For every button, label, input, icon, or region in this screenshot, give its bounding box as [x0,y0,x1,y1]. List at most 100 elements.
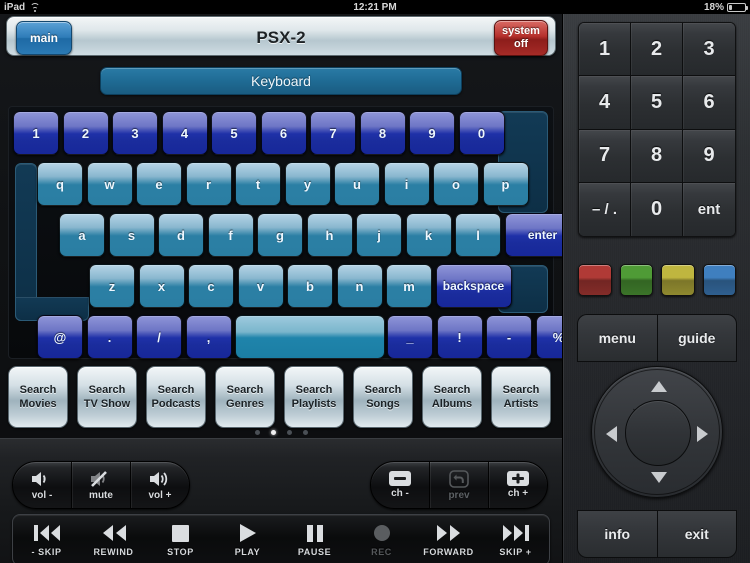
key-l[interactable]: l [455,213,501,257]
search-button-playlists[interactable]: Search Playlists [284,366,344,428]
transport-play[interactable]: PLAY [214,515,281,563]
volume-button-vol[interactable]: vol - [13,462,72,508]
channel-button-label: ch - [391,488,409,499]
key-e[interactable]: e [136,162,182,206]
key-r[interactable]: r [185,162,232,206]
key-s[interactable]: s [108,213,155,257]
key-c[interactable]: c [188,264,234,308]
key-q[interactable]: q [37,162,83,206]
key-j[interactable]: j [356,213,402,257]
keypad-key-1[interactable]: 1 [579,23,631,77]
info-button[interactable]: info [577,510,657,558]
keypad-key-5[interactable]: 5 [631,76,683,130]
key-m[interactable]: m [386,264,432,308]
page-dot-2[interactable] [286,430,292,435]
key-9[interactable]: 9 [409,111,455,155]
keypad-key-8[interactable]: 8 [631,129,683,183]
arrow-down-icon[interactable] [651,472,667,483]
volume-button-label: vol + [148,489,172,501]
page-dot-3[interactable] [302,430,308,435]
volume-button-vol[interactable]: vol + [131,462,189,508]
key-3[interactable]: 3 [112,111,158,155]
keypad-key-9[interactable]: 9 [683,129,735,183]
search-button-movies[interactable]: Search Movies [8,366,68,428]
key-space[interactable] [235,315,385,359]
channel-button-ch[interactable]: ch - [371,462,430,508]
key-h[interactable]: h [306,213,353,257]
key-4[interactable]: 4 [161,111,208,155]
key-a[interactable]: a [59,213,105,257]
key-f[interactable]: f [207,213,254,257]
page-dot-0[interactable] [254,430,260,435]
key-w[interactable]: w [86,162,133,206]
key-sym-r-0[interactable]: _ [387,315,433,359]
key-n[interactable]: n [336,264,383,308]
plus-icon [507,471,529,486]
keypad-key-3[interactable]: 3 [683,23,735,77]
key-0[interactable]: 0 [458,111,505,155]
key-z[interactable]: z [89,264,135,308]
key-1[interactable]: 1 [13,111,59,155]
keypad-key-ent[interactable]: ent [683,182,735,236]
key-x[interactable]: x [138,264,185,308]
key-i[interactable]: i [383,162,430,206]
transport-skip[interactable]: - SKIP [13,515,80,563]
key-y[interactable]: y [284,162,331,206]
volume-button-mute[interactable]: mute [72,462,131,508]
key-o[interactable]: o [433,162,479,206]
key-t[interactable]: t [235,162,281,206]
dpad-select-button[interactable] [625,400,691,466]
key-sym-r-2[interactable]: - [486,315,532,359]
transport-skip[interactable]: SKIP + [482,515,549,563]
key-sym-1[interactable]: . [86,315,133,359]
key-g[interactable]: g [257,213,303,257]
key-v[interactable]: v [237,264,284,308]
keypad-key-0[interactable]: 0 [631,182,683,236]
key-sym-2[interactable]: / [136,315,182,359]
search-button-albums[interactable]: Search Albums [422,366,482,428]
page-indicator-dots[interactable] [0,430,562,435]
search-button-podcasts[interactable]: Search Podcasts [146,366,206,428]
yellow-button[interactable] [661,264,695,296]
guide-button[interactable]: guide [656,314,737,362]
key-2[interactable]: 2 [62,111,109,155]
key-u[interactable]: u [334,162,380,206]
key-5[interactable]: 5 [211,111,257,155]
exit-button[interactable]: exit [656,510,737,558]
key-sym-r-1[interactable]: ! [436,315,483,359]
search-button-artists[interactable]: Search Artists [491,366,551,428]
page-dot-1[interactable] [270,430,276,435]
key-sym-3[interactable]: , [185,315,232,359]
keypad-key-6[interactable]: 6 [683,76,735,130]
key-d[interactable]: d [158,213,204,257]
key-backspace[interactable]: backspace [435,264,512,308]
key-6[interactable]: 6 [260,111,307,155]
menu-button[interactable]: menu [577,314,657,362]
transport-pause[interactable]: PAUSE [281,515,348,563]
system-off-button[interactable]: system off [494,20,548,56]
search-button-songs[interactable]: Search Songs [353,366,413,428]
key-b[interactable]: b [287,264,333,308]
channel-button-ch[interactable]: ch + [489,462,547,508]
key-8[interactable]: 8 [359,111,406,155]
green-button[interactable] [619,264,653,296]
red-button[interactable] [578,264,612,296]
search-button-tv-show[interactable]: Search TV Show [77,366,137,428]
transport-rewind[interactable]: REWIND [80,515,147,563]
arrow-left-icon[interactable] [606,426,617,442]
blue-button[interactable] [702,264,736,296]
key-p[interactable]: p [482,162,529,206]
arrow-right-icon[interactable] [697,426,708,442]
transport-forward[interactable]: FORWARD [415,515,482,563]
keypad-key-[interactable]: – / . [579,182,631,236]
search-button-genres[interactable]: Search Genres [215,366,275,428]
key-sym-0[interactable]: @ [37,315,83,359]
arrow-up-icon[interactable] [651,381,667,392]
keypad-key-7[interactable]: 7 [579,129,631,183]
key-k[interactable]: k [405,213,452,257]
transport-stop[interactable]: STOP [147,515,214,563]
keypad-key-2[interactable]: 2 [631,23,683,77]
keypad-key-4[interactable]: 4 [579,76,631,130]
key-7[interactable]: 7 [310,111,356,155]
volume-up-icon [148,470,172,488]
